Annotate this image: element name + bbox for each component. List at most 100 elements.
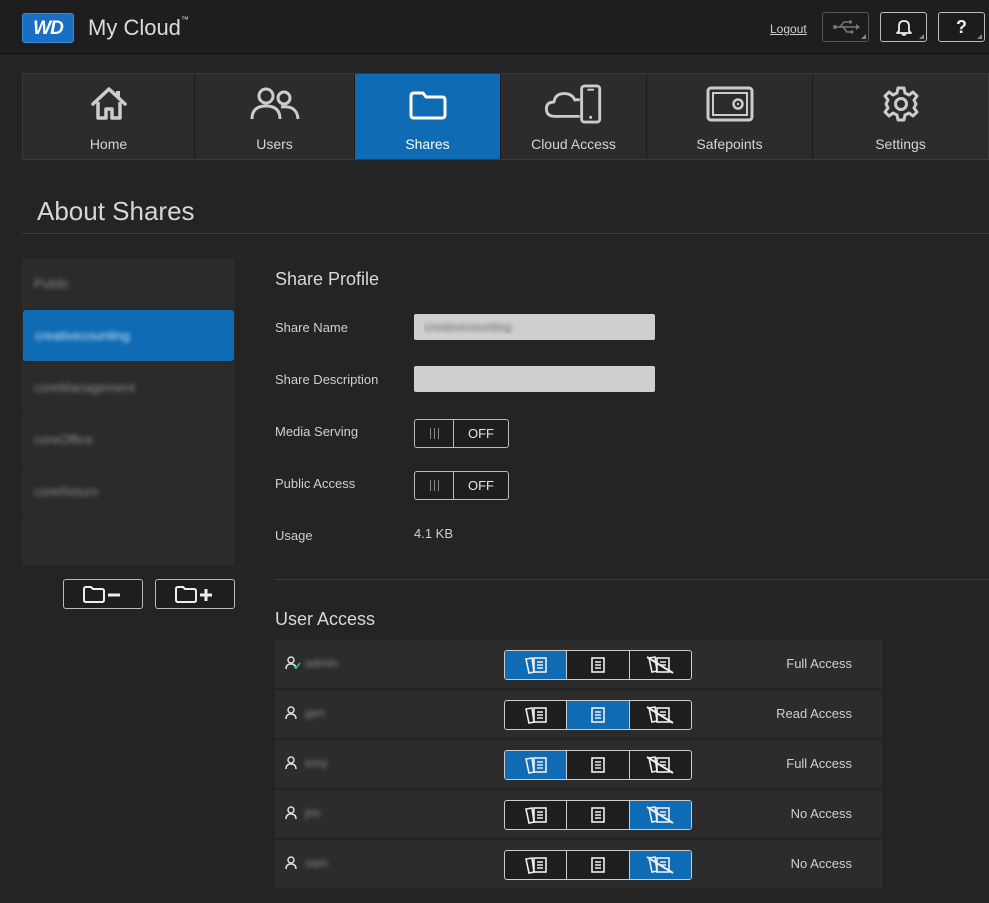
usage-label: Usage bbox=[275, 528, 313, 543]
share-list-item-selected[interactable]: creativecounting bbox=[23, 310, 234, 362]
share-description-label: Share Description bbox=[275, 372, 379, 387]
user-icon bbox=[285, 706, 301, 725]
nav-label: Shares bbox=[405, 136, 450, 152]
full-access-icon bbox=[524, 807, 547, 824]
user-icon bbox=[285, 756, 301, 775]
share-name: creativecounting bbox=[35, 328, 130, 343]
user-icon bbox=[285, 806, 301, 825]
corner-indicator bbox=[919, 34, 924, 39]
full-access-icon bbox=[524, 757, 547, 774]
admin-user-icon bbox=[285, 656, 301, 675]
add-share-button[interactable] bbox=[155, 579, 235, 609]
media-serving-toggle[interactable]: OFF bbox=[414, 419, 509, 448]
user-icon bbox=[285, 706, 297, 720]
read-access-icon bbox=[591, 857, 605, 873]
share-name: coreOffice bbox=[34, 432, 94, 447]
corner-indicator bbox=[861, 34, 866, 39]
user-access-row: sam No Access bbox=[275, 840, 882, 888]
share-name: coreReturn bbox=[34, 484, 99, 499]
user-icon bbox=[285, 656, 301, 670]
nav-home[interactable]: Home bbox=[23, 74, 195, 159]
full-access-button[interactable] bbox=[505, 851, 568, 879]
user-name: gen bbox=[305, 706, 326, 720]
access-level-label: No Access bbox=[790, 806, 852, 821]
user-name: sam bbox=[305, 856, 328, 870]
share-name-label: Share Name bbox=[275, 320, 348, 335]
permission-selector bbox=[504, 850, 692, 880]
public-access-label: Public Access bbox=[275, 476, 356, 491]
nav-shares[interactable]: Shares bbox=[355, 74, 501, 159]
user-icon bbox=[285, 806, 297, 820]
full-access-button[interactable] bbox=[505, 651, 568, 679]
app-title: My Cloud™ bbox=[88, 15, 189, 40]
full-access-button[interactable] bbox=[505, 751, 568, 779]
no-access-icon bbox=[646, 806, 674, 824]
corner-indicator bbox=[977, 34, 982, 39]
main-nav: Home Users Shares Cloud Access Safepoint… bbox=[22, 73, 989, 160]
no-access-button[interactable] bbox=[630, 651, 691, 679]
user-access-row: gen Read Access bbox=[275, 690, 882, 738]
remove-share-button[interactable] bbox=[63, 579, 143, 609]
user-icon bbox=[285, 856, 297, 870]
read-access-icon bbox=[591, 657, 605, 673]
user-name: admin bbox=[305, 656, 338, 670]
folder-minus-icon bbox=[83, 586, 120, 603]
user-access-row: admin Full Access bbox=[275, 640, 882, 688]
share-description-input[interactable] bbox=[414, 366, 655, 392]
share-name-input[interactable] bbox=[414, 314, 655, 340]
share-profile-title: Share Profile bbox=[275, 269, 380, 289]
user-name: jim bbox=[305, 806, 321, 820]
nav-cloud-access[interactable]: Cloud Access bbox=[501, 74, 647, 159]
access-level-label: Full Access bbox=[786, 756, 852, 771]
logout-link[interactable]: Logout bbox=[770, 22, 807, 36]
divider bbox=[275, 579, 989, 580]
cloud-phone-icon bbox=[544, 84, 601, 124]
toggle-state: OFF bbox=[468, 426, 494, 441]
no-access-button[interactable] bbox=[629, 851, 691, 879]
permission-selector bbox=[504, 800, 692, 830]
no-access-button[interactable] bbox=[629, 801, 691, 829]
no-access-button[interactable] bbox=[630, 701, 691, 729]
share-name: coreManagement bbox=[34, 380, 136, 395]
share-list-item[interactable]: Public bbox=[22, 258, 235, 310]
access-level-label: Read Access bbox=[776, 706, 852, 721]
nav-label: Safepoints bbox=[696, 136, 763, 152]
usage-value: 4.1 KB bbox=[414, 526, 454, 541]
permission-selector bbox=[504, 700, 692, 730]
share-list-item[interactable]: coreOffice bbox=[22, 414, 235, 466]
read-access-button[interactable] bbox=[567, 851, 630, 879]
nav-settings[interactable]: Settings bbox=[813, 74, 988, 159]
folder-icon bbox=[409, 91, 446, 120]
user-access-table: admin Full Access gen Read Access tony Full A… bbox=[275, 640, 882, 890]
share-list-item[interactable]: coreReturn bbox=[22, 466, 235, 518]
user-icon bbox=[285, 756, 297, 770]
nav-safepoints[interactable]: Safepoints bbox=[647, 74, 813, 159]
nav-users[interactable]: Users bbox=[195, 74, 355, 159]
nav-label: Settings bbox=[875, 136, 926, 152]
user-name: tony bbox=[305, 756, 328, 770]
share-list-item[interactable]: coreManagement bbox=[22, 362, 235, 414]
safe-icon bbox=[706, 86, 753, 122]
full-access-button[interactable] bbox=[505, 701, 568, 729]
read-access-button[interactable] bbox=[567, 651, 630, 679]
user-access-title: User Access bbox=[275, 609, 376, 629]
user-access-row: jim No Access bbox=[275, 790, 882, 838]
usb-button[interactable] bbox=[822, 12, 869, 42]
notifications-button[interactable] bbox=[880, 12, 927, 42]
help-button[interactable]: ? bbox=[938, 12, 985, 42]
toggle-state: OFF bbox=[468, 478, 494, 493]
no-access-button[interactable] bbox=[630, 751, 691, 779]
full-access-button[interactable] bbox=[505, 801, 568, 829]
share-name: Public bbox=[34, 276, 70, 291]
divider bbox=[22, 233, 989, 234]
public-access-toggle[interactable]: OFF bbox=[414, 471, 509, 500]
share-list: Public creativecounting coreManagement c… bbox=[22, 258, 235, 566]
access-level-label: Full Access bbox=[786, 656, 852, 671]
usb-icon bbox=[832, 20, 860, 34]
full-access-icon bbox=[524, 857, 547, 874]
top-bar: WD My Cloud™ Logout ? bbox=[0, 0, 989, 54]
read-access-button[interactable] bbox=[567, 801, 630, 829]
read-access-button[interactable] bbox=[567, 701, 630, 729]
page-title: About Shares bbox=[37, 196, 195, 226]
read-access-button[interactable] bbox=[567, 751, 630, 779]
